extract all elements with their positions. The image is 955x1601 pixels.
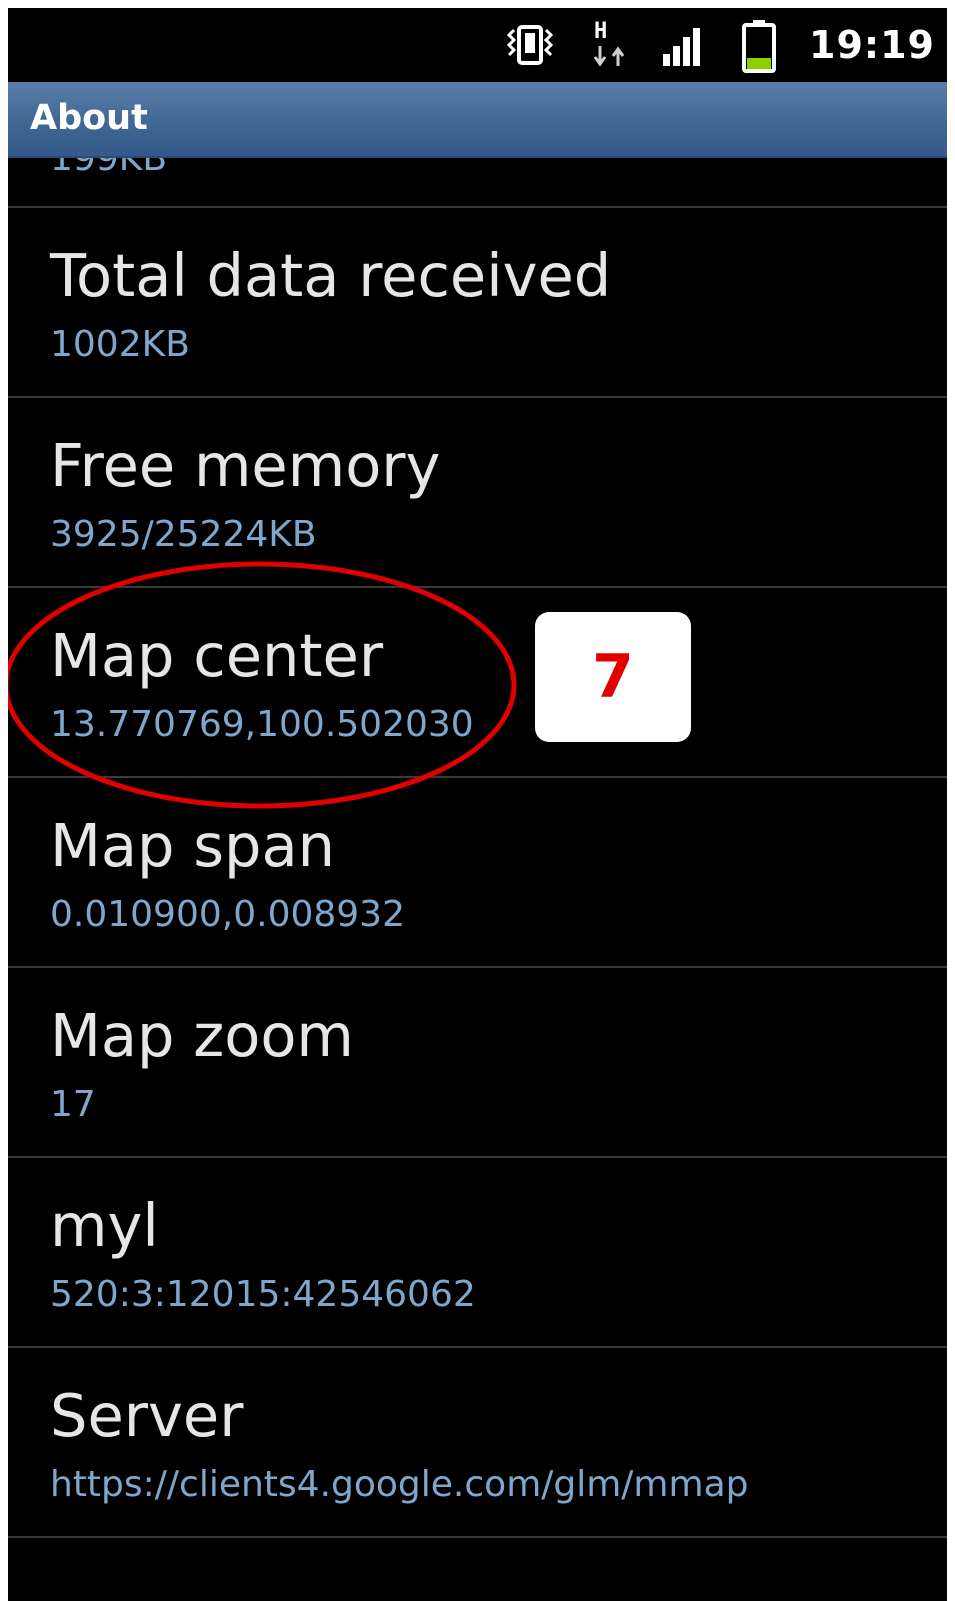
list-item-map-center[interactable]: Map center 13.770769,100.502030 [8,588,947,776]
step-badge: 7 [535,612,691,742]
item-value: 0.010900,0.008932 [50,894,405,935]
signal-strength-icon [663,28,700,66]
item-value: 17 [50,1084,96,1125]
list-item-map-span[interactable]: Map span 0.010900,0.008932 [8,778,947,966]
status-bar: H 19:19 [8,8,947,82]
status-time: 19:19 [809,23,935,67]
list-item-map-zoom[interactable]: Map zoom 17 [8,968,947,1156]
vibrate-icon [506,25,554,65]
item-value: 13.770769,100.502030 [50,704,474,745]
item-value: 3925/25224KB [50,514,317,555]
step-number: 7 [592,642,634,712]
phone-screen: H 19:19 About 199KB Total data received … [8,8,947,1601]
item-value: 520:3:12015:42546062 [50,1274,476,1315]
list-item-partial[interactable]: 199KB [8,158,947,207]
battery-icon [742,20,776,73]
page-title: About [30,98,148,138]
item-value: https://clients4.google.com/glm/mmap [50,1464,749,1505]
item-label: myl [50,1191,159,1260]
data-arrows-icon [593,46,625,67]
partial-value: 199KB [50,158,168,179]
hspa-data-icon: H [592,20,632,70]
list-item-server[interactable]: Server https://clients4.google.com/glm/m… [8,1348,947,1536]
list-item-total-data-received[interactable]: Total data received 1002KB [8,208,947,396]
list-item-free-memory[interactable]: Free memory 3925/25224KB [8,398,947,586]
hspa-letter: H [594,19,608,44]
item-label: Map zoom [50,1001,354,1070]
list-item-myl[interactable]: myl 520:3:12015:42546062 [8,1158,947,1346]
item-value: 1002KB [50,324,190,365]
item-label: Total data received [50,241,612,310]
item-label: Free memory [50,431,441,500]
item-label: Server [50,1381,244,1450]
title-bar: About [8,82,947,158]
item-label: Map span [50,811,336,880]
divider [8,1536,947,1538]
item-label: Map center [50,621,384,690]
